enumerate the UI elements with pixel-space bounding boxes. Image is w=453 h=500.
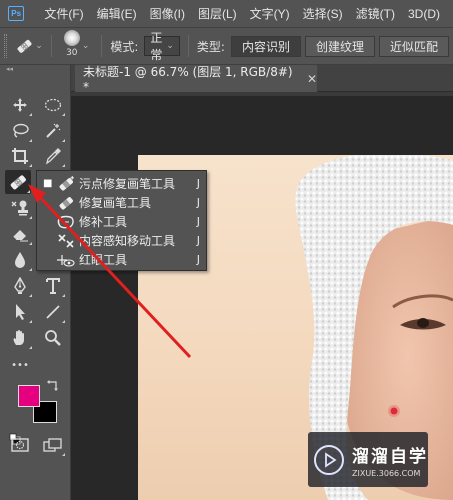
photoshop-window: Ps 文件(F) 编辑(E) 图像(I) 图层(L) 文字(Y) 选择(S) 滤… [0,0,453,500]
watermark-url: ZIXUE.3066.COM [352,468,421,478]
watermark-title: 溜溜自学 [352,446,428,467]
watermark-text: 溜溜自学 ZIXUE.3066.COM [352,442,428,478]
watermark-play-icon [314,444,344,475]
watermark-badge: 溜溜自学 ZIXUE.3066.COM [308,432,428,487]
annotation-arrow [28,184,192,359]
